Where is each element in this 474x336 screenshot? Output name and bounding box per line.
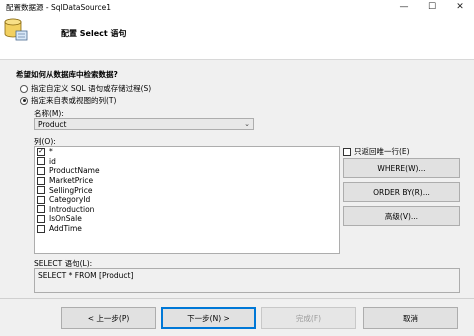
maximize-button[interactable]: ☐ — [418, 0, 446, 14]
chevron-down-icon: ⌄ — [244, 120, 250, 128]
finish-button[interactable]: 完成(F) — [261, 307, 356, 329]
unique-rows-checkbox[interactable] — [343, 147, 351, 156]
list-item[interactable]: IsOnSale — [35, 214, 339, 224]
sql-statement-box[interactable]: SELECT * FROM [Product] — [34, 268, 460, 293]
cancel-button[interactable]: 取消 — [363, 307, 458, 329]
checkbox[interactable] — [37, 176, 45, 185]
checkbox[interactable]: ✓ — [37, 147, 45, 156]
minimize-button[interactable]: — — [390, 0, 418, 14]
table-select[interactable]: Product ⌄ — [34, 118, 254, 130]
column-name: * — [49, 147, 53, 157]
question-label: 希望如何从数据库中检索数据? — [16, 70, 118, 79]
column-name: MarketPrice — [49, 176, 94, 186]
radio-label: 指定自定义 SQL 语句或存储过程(S) — [31, 84, 152, 93]
column-name: Introduction — [49, 204, 95, 214]
list-item[interactable]: AddTime — [35, 224, 339, 234]
radio-button[interactable] — [20, 96, 28, 105]
column-name: AddTime — [49, 224, 82, 234]
database-icon — [4, 17, 30, 45]
unique-rows-option[interactable]: 只返回唯一行(E) — [343, 146, 410, 157]
previous-button[interactable]: < 上一步(P) — [61, 307, 156, 329]
column-name: ProductName — [49, 166, 100, 176]
list-item[interactable]: SellingPrice — [35, 185, 339, 195]
where-button[interactable]: WHERE(W)... — [343, 158, 460, 178]
order-by-button[interactable]: ORDER BY(R)... — [343, 182, 460, 202]
list-item[interactable]: CategoryId — [35, 195, 339, 205]
close-button[interactable]: ✕ — [446, 0, 474, 14]
advanced-button[interactable]: 高级(V)... — [343, 206, 460, 226]
column-name: SellingPrice — [49, 185, 93, 195]
checkbox[interactable] — [37, 224, 45, 233]
radio-label: 指定来自表或视图的列(T) — [31, 96, 117, 105]
wizard-footer: < 上一步(P) 下一步(N) > 完成(F) 取消 — [0, 298, 474, 336]
page-title: 配置 Select 语句 — [61, 29, 127, 38]
next-button[interactable]: 下一步(N) > — [161, 307, 256, 329]
list-item[interactable]: ProductName — [35, 166, 339, 176]
checkbox[interactable] — [37, 195, 45, 204]
checkbox[interactable] — [37, 205, 45, 214]
list-item[interactable]: MarketPrice — [35, 176, 339, 186]
title-bar: 配置数据源 - SqlDataSource1 — ☐ ✕ — [0, 0, 474, 14]
checkbox[interactable] — [37, 157, 45, 166]
column-name: id — [49, 156, 56, 166]
unique-rows-label: 只返回唯一行(E) — [354, 147, 410, 156]
list-item[interactable]: ✓ * — [35, 147, 339, 157]
wizard-header: 配置 Select 语句 — [0, 14, 474, 60]
checkbox[interactable] — [37, 166, 45, 175]
list-item[interactable]: Introduction — [35, 205, 339, 215]
sql-text: SELECT * FROM [Product] — [38, 271, 134, 280]
columns-list[interactable]: ✓ * id ProductName MarketPrice SellingPri… — [34, 146, 340, 254]
column-name: IsOnSale — [49, 214, 82, 224]
radio-table-columns[interactable]: 指定来自表或视图的列(T) — [20, 95, 116, 106]
radio-custom-sql[interactable]: 指定自定义 SQL 语句或存储过程(S) — [20, 83, 151, 94]
checkbox[interactable] — [37, 214, 45, 223]
radio-button[interactable] — [20, 84, 28, 93]
list-item[interactable]: id — [35, 157, 339, 167]
table-select-value: Product — [38, 119, 67, 129]
column-name: CategoryId — [49, 195, 91, 205]
window-title: 配置数据源 - SqlDataSource1 — [6, 2, 112, 12]
checkbox[interactable] — [37, 186, 45, 195]
window-controls: — ☐ ✕ — [390, 0, 474, 14]
main-content: 希望如何从数据库中检索数据? 指定自定义 SQL 语句或存储过程(S) 指定来自… — [0, 61, 474, 298]
